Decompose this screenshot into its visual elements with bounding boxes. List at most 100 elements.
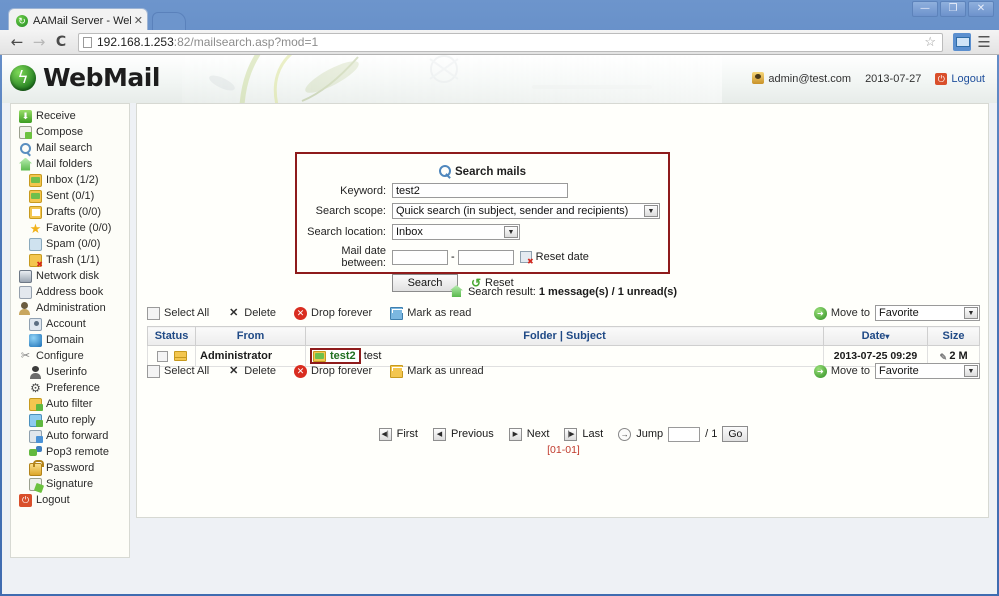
date-from-input[interactable] [392,249,448,265]
jump-input[interactable] [668,426,701,442]
minimize-button[interactable]: — [912,1,938,17]
last-page-label[interactable]: Last [582,428,603,440]
sidebar-item-trash-1-1[interactable]: Trash (1/1) [29,252,129,269]
sidebar-item-configure[interactable]: Configure [19,348,129,364]
bookmark-star-icon[interactable]: ☆ [924,34,938,50]
search-icon [19,142,32,155]
sidebar-item-mail-search[interactable]: Mail search [19,140,129,156]
back-icon[interactable]: ← [6,31,28,53]
reload-icon[interactable]: C [50,31,72,53]
chevron-down-icon: ▼ [644,205,658,217]
checkbox-icon [147,306,160,320]
subject-text[interactable]: test [364,350,382,362]
sidebar-item-receive[interactable]: Receive [19,108,129,124]
logout-link[interactable]: Logout [935,72,985,85]
date-to-input[interactable] [457,249,514,265]
new-tab-button[interactable] [152,12,186,32]
address-bar[interactable]: 192.168.1.253:82/mailsearch.asp?mod=1 ☆ [78,32,943,52]
sidebar-item-compose[interactable]: Compose [19,124,129,140]
previous-page-icon[interactable]: ◀ [433,427,446,441]
attachment-icon: ✎ [939,352,948,362]
mark-as-read-top[interactable]: Mark as read [390,306,471,320]
sidebar-item-spam-0-0[interactable]: Spam (0/0) [29,236,129,252]
sidebar-item-label: Signature [46,478,94,490]
sidebar-item-logout[interactable]: Logout [19,492,129,508]
drop-forever-icon [294,306,308,320]
search-panel: Search mails Keyword: Search scope: Quic… [295,152,670,292]
next-page-icon[interactable]: ▶ [508,427,522,441]
select-all-bottom[interactable]: Select All [147,364,209,378]
sidebar-item-signature[interactable]: Signature [29,476,129,492]
mark-as-unread-bottom[interactable]: Mark as unread [390,364,484,378]
next-page-label[interactable]: Next [527,428,550,440]
date-separator: - [451,251,455,263]
move-to-label-top: Move to [830,307,870,319]
sidebar-item-auto-filter[interactable]: Auto filter [29,396,129,412]
drop-forever-bottom[interactable]: Drop forever [294,364,372,378]
close-button[interactable]: ✕ [968,1,994,17]
brand-name: WebMail [43,63,160,92]
previous-page-label[interactable]: Previous [451,428,494,440]
sidebar-item-address-book[interactable]: Address book [19,284,129,300]
sidebar-item-label: Userinfo [46,366,87,378]
scope-select[interactable]: Quick search (in subject, sender and rec… [392,203,660,219]
delete-bottom[interactable]: Delete [227,365,276,378]
search-icon [439,165,452,177]
sidebar-item-label: Inbox (1/2) [46,174,99,186]
sidebar-item-network-disk[interactable]: Network disk [19,268,129,284]
logout-icon [19,493,32,507]
row-checkbox[interactable] [156,350,168,362]
sidebar-item-auto-reply[interactable]: Auto reply [29,412,129,428]
total-pages: / 1 [705,428,718,440]
minimize-icon: — [920,3,930,14]
sidebar-item-administration[interactable]: Administration [19,300,129,316]
sidebar-item-favorite-0-0[interactable]: Favorite (0/0) [29,220,129,236]
go-button[interactable]: Go [722,426,749,442]
reset-date-button[interactable]: Reset date [519,251,589,266]
drop-forever-top[interactable]: Drop forever [294,306,372,320]
sidebar-item-sent-0-1[interactable]: Sent (0/1) [29,188,129,204]
move-to-label-bottom: Move to [830,365,870,377]
extension-icon[interactable] [953,33,971,51]
location-label: Search location: [307,226,386,238]
header-from[interactable]: From [195,326,306,346]
sidebar-item-drafts-0-0[interactable]: Drafts (0/0) [29,204,129,220]
header-status[interactable]: Status [147,326,196,346]
sidebar-item-inbox-1-2[interactable]: Inbox (1/2) [29,172,129,188]
last-page-icon[interactable]: |▶ [564,427,578,441]
unread-envelope-icon[interactable] [173,351,187,361]
sidebar-item-label: Compose [36,126,84,138]
browser-tab[interactable]: AAMail Server - Webma ✕ [8,8,148,32]
sidebar-item-account[interactable]: Account [29,316,129,332]
sidebar-item-label: Password [46,462,95,474]
checkbox-icon [147,364,160,378]
move-to-select-top[interactable]: Favorite ▼ [875,305,980,321]
header-size[interactable]: Size [927,326,980,346]
sidebar-item-preference[interactable]: Preference [29,380,129,396]
keyword-input[interactable] [392,183,568,198]
header-subject[interactable]: Folder | Subject [305,326,824,346]
move-to-select-bottom[interactable]: Favorite ▼ [875,363,980,379]
sidebar-item-mail-folders[interactable]: Mail folders [19,156,129,172]
select-all-top[interactable]: Select All [147,306,209,320]
search-result-text: Search result: 1 message(s) / 1 unread(s… [137,285,990,298]
sidebar-item-pop3-remote[interactable]: Pop3 remote [29,444,129,460]
home-icon [449,285,463,297]
first-page-icon[interactable]: ◀| [378,427,392,441]
header-date[interactable]: Date▾ [823,326,928,346]
sidebar-item-auto-forward[interactable]: Auto forward [29,428,129,444]
delete-top[interactable]: Delete [227,307,276,320]
close-icon: ✕ [976,3,986,14]
sidebar-item-userinfo[interactable]: Userinfo [29,364,129,380]
first-page-label[interactable]: First [397,428,418,440]
location-select[interactable]: Inbox ▼ [392,224,520,240]
sidebar-item-label: Administration [36,302,106,314]
menu-icon[interactable]: ☰ [975,33,993,51]
sidebar-item-password[interactable]: Password [29,459,129,476]
maximize-button[interactable]: ❐ [940,1,966,17]
folder-mail-icon [29,173,42,187]
sidebar-item-domain[interactable]: Domain [29,332,129,348]
account-icon [29,317,42,331]
tab-close-icon[interactable]: ✕ [131,14,143,27]
compose-icon [19,125,32,139]
